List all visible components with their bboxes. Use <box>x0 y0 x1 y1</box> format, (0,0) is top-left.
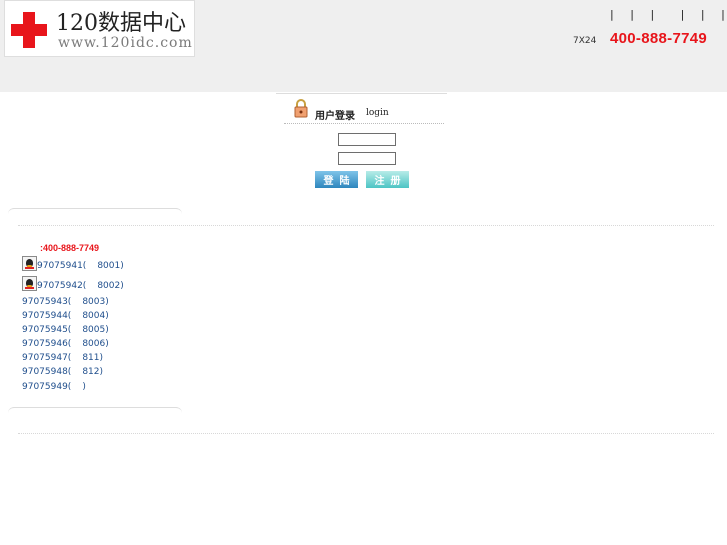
login-panel: 用户登录 login <box>276 93 447 125</box>
qq-number[interactable]: 97075942( <box>37 281 86 291</box>
qq-extension: 8001) <box>97 261 124 271</box>
qq-number[interactable]: 97075949( <box>22 382 71 392</box>
logo-title: 120数据中心 <box>56 11 186 36</box>
login-title: 用户登录 <box>315 111 355 122</box>
top-links: | | | | | | <box>610 8 725 21</box>
top-link-separator: | <box>721 8 725 21</box>
red-cross-icon <box>11 12 47 48</box>
qq-contact[interactable]: 97075941( 8001) <box>22 256 124 271</box>
logo-url: www.120idc.com <box>58 35 193 51</box>
qq-number[interactable]: 97075943( <box>22 297 71 307</box>
qq-number[interactable]: 97075944( <box>22 311 71 321</box>
qq-extension: 8005) <box>82 325 109 335</box>
support-phone: :400-888-7749 <box>40 243 100 253</box>
qq-contact[interactable]: 97075948( 812) <box>22 367 103 377</box>
login-button[interactable]: 登陆 <box>315 171 358 188</box>
qq-extension: ) <box>82 382 86 392</box>
section-divider-line <box>18 433 714 434</box>
qq-extension: 8003) <box>82 297 109 307</box>
qq-contact[interactable]: 97075942( 8002) <box>22 276 124 291</box>
qq-extension: 812) <box>82 367 104 377</box>
top-link-separator: | <box>630 8 634 21</box>
qq-contact[interactable]: 97075944( 8004) <box>22 311 109 321</box>
qq-icon[interactable] <box>22 256 37 271</box>
top-link-separator: | <box>650 8 655 21</box>
site-logo[interactable]: 120数据中心 www.120idc.com <box>4 0 195 57</box>
password-input[interactable] <box>338 152 396 165</box>
qq-icon[interactable] <box>22 276 37 291</box>
service-hours: 7X24 <box>573 36 597 46</box>
qq-contact[interactable]: 97075945( 8005) <box>22 325 109 335</box>
qq-contact[interactable]: 97075946( 8006) <box>22 339 109 349</box>
qq-extension: 811) <box>82 353 104 363</box>
section-divider <box>8 407 182 414</box>
qq-number[interactable]: 97075948( <box>22 367 71 377</box>
qq-contact[interactable]: 97075947( 811) <box>22 353 103 363</box>
qq-number[interactable]: 97075946( <box>22 339 71 349</box>
qq-contact[interactable]: 97075949() <box>22 382 86 392</box>
section-divider <box>8 208 182 215</box>
top-link-separator: | <box>610 8 614 21</box>
qq-number[interactable]: 97075947( <box>22 353 71 363</box>
qq-extension: 8002) <box>97 281 124 291</box>
top-link-separator: | <box>700 8 705 21</box>
lock-icon <box>294 99 308 118</box>
qq-extension: 8004) <box>82 311 109 321</box>
qq-extension: 8006) <box>82 339 109 349</box>
section-divider-line <box>18 225 714 226</box>
login-title-en: login <box>366 108 389 118</box>
site-header: 120数据中心 www.120idc.com | | | | | | 7X24 … <box>0 0 727 92</box>
register-button[interactable]: 注册 <box>366 171 409 188</box>
hotline-number: 400-888-7749 <box>610 30 708 47</box>
username-input[interactable] <box>338 133 396 146</box>
qq-number[interactable]: 97075945( <box>22 325 71 335</box>
qq-number[interactable]: 97075941( <box>37 261 86 271</box>
top-link-separator: | <box>680 8 685 21</box>
qq-contact[interactable]: 97075943( 8003) <box>22 297 109 307</box>
